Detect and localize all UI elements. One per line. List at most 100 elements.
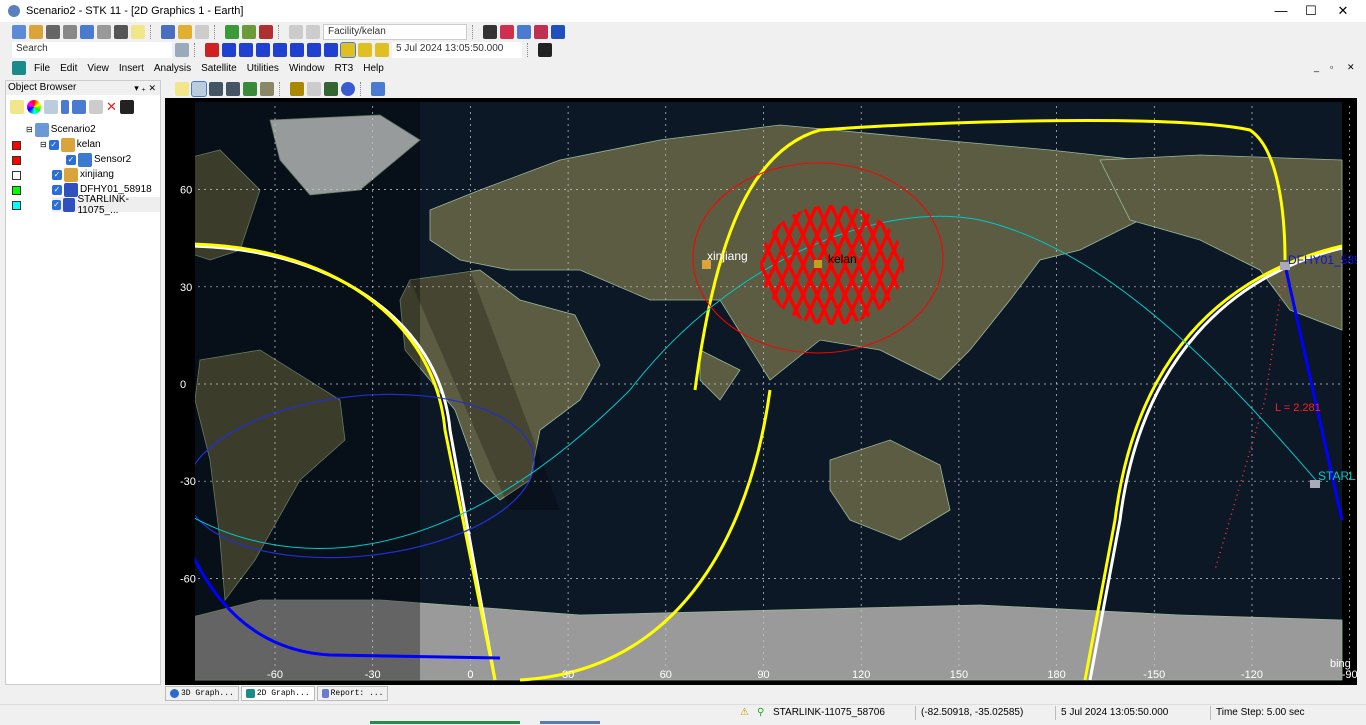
- status-time-step: Time Step: 5.00 sec: [1216, 707, 1305, 718]
- lat-label: 30: [180, 282, 192, 294]
- graph-icon[interactable]: [517, 25, 531, 39]
- faster-icon[interactable]: [324, 43, 338, 57]
- map-2d-view[interactable]: xinjiang kelan DFHY01_589 STARL L = 2.28…: [165, 98, 1357, 685]
- play-icon[interactable]: [273, 43, 287, 57]
- object-tools-icon[interactable]: [161, 25, 175, 39]
- menu-view[interactable]: View: [82, 63, 114, 74]
- object-select-dropdown[interactable]: Facility/kelan: [323, 24, 467, 40]
- checkbox[interactable]: ✓: [66, 154, 76, 165]
- notes-icon[interactable]: [10, 100, 24, 114]
- report-icon[interactable]: [97, 25, 111, 39]
- checklist-icon[interactable]: [500, 25, 514, 39]
- pan-icon[interactable]: [191, 81, 207, 97]
- animation-mode-icon[interactable]: [375, 43, 389, 57]
- tree-item-kelan[interactable]: ⊟ ✓ kelan: [40, 137, 101, 152]
- refresh-icon[interactable]: [259, 25, 273, 39]
- lon-label: 120: [852, 669, 870, 681]
- properties-icon[interactable]: [63, 25, 77, 39]
- tree-item-scenario[interactable]: ⊟ Scenario2: [26, 122, 96, 137]
- tab-3d-graphics[interactable]: 3D Graph...: [165, 686, 239, 701]
- link-icon[interactable]: [225, 25, 239, 39]
- open-icon[interactable]: [29, 25, 43, 39]
- window-tabs: 3D Graph... 2D Graph... Report: ...: [165, 686, 389, 702]
- table-icon[interactable]: [534, 25, 548, 39]
- warning-icon[interactable]: ⚠: [740, 707, 749, 718]
- minimize-button[interactable]: —: [1266, 2, 1296, 20]
- color-swatch: [12, 156, 21, 165]
- save-icon[interactable]: [46, 25, 60, 39]
- cut-icon[interactable]: [61, 100, 69, 114]
- color-swatch: [12, 141, 21, 150]
- panel-close-button[interactable]: ▾ ₊ ✕: [134, 81, 156, 95]
- sensor-icon: [78, 152, 92, 167]
- arrows-icon[interactable]: [551, 25, 565, 39]
- slower-icon[interactable]: [307, 43, 321, 57]
- menu-utilities[interactable]: Utilities: [242, 63, 284, 74]
- menu-help[interactable]: Help: [358, 63, 389, 74]
- lon-label: 0: [467, 669, 473, 681]
- color-icon[interactable]: [27, 100, 41, 114]
- measure-icon[interactable]: [290, 82, 304, 96]
- tab-2d-graphics[interactable]: 2D Graph...: [240, 686, 315, 701]
- view-icon[interactable]: [538, 43, 552, 57]
- tree-item-xinjiang[interactable]: ✓ xinjiang: [52, 167, 114, 182]
- print-icon[interactable]: [114, 25, 128, 39]
- map-properties-icon[interactable]: [243, 82, 257, 96]
- tab-report[interactable]: Report: ...: [316, 686, 389, 701]
- checkbox[interactable]: ✓: [52, 169, 62, 180]
- access-icon[interactable]: [178, 25, 192, 39]
- check-icon[interactable]: [44, 100, 58, 114]
- checkbox[interactable]: ✓: [52, 184, 62, 195]
- globe-manager-icon[interactable]: [324, 82, 338, 96]
- step-forward-icon[interactable]: [290, 43, 304, 57]
- copy-icon[interactable]: [72, 100, 86, 114]
- menu-edit[interactable]: Edit: [55, 63, 82, 74]
- view-3d-icon[interactable]: [371, 82, 385, 96]
- menu-file[interactable]: File: [29, 63, 55, 74]
- menu-insert[interactable]: Insert: [114, 63, 149, 74]
- earth-icon[interactable]: [341, 82, 355, 96]
- notes-icon[interactable]: [131, 25, 145, 39]
- link2-icon[interactable]: [242, 25, 256, 39]
- globe-icon: [170, 689, 179, 698]
- search-input[interactable]: Search: [12, 42, 172, 58]
- zoom-out-icon[interactable]: [226, 82, 240, 96]
- analysis2-icon[interactable]: [306, 25, 320, 39]
- om-icon[interactable]: [483, 25, 497, 39]
- tree-item-starlink[interactable]: ✓ STARLINK-11075_...: [52, 194, 160, 216]
- notes-icon[interactable]: [175, 82, 189, 96]
- gear-icon[interactable]: [175, 43, 189, 57]
- menu-rt3[interactable]: RT3: [330, 63, 359, 74]
- close-button[interactable]: ✕: [1328, 2, 1358, 20]
- mdi-minimize-button[interactable]: _: [1314, 62, 1319, 72]
- reset-icon[interactable]: [205, 43, 219, 57]
- current-time-field[interactable]: 5 Jul 2024 13:05:50.000: [392, 42, 522, 58]
- step-back-icon[interactable]: [222, 43, 236, 57]
- menu-satellite[interactable]: Satellite: [196, 63, 242, 74]
- play-reverse-icon[interactable]: [239, 43, 253, 57]
- ratio-icon[interactable]: [307, 82, 321, 96]
- x-realtime-icon[interactable]: [358, 43, 372, 57]
- insert-object-icon[interactable]: [80, 25, 94, 39]
- checkbox[interactable]: ✓: [48, 139, 59, 150]
- maximize-button[interactable]: ☐: [1296, 2, 1326, 20]
- mdi-close-button[interactable]: ✕: [1347, 62, 1355, 73]
- analysis-icon[interactable]: [289, 25, 303, 39]
- kelan-facility-icon[interactable]: [814, 260, 822, 268]
- snapshot-icon[interactable]: [260, 82, 274, 96]
- pause-icon[interactable]: [256, 43, 270, 57]
- menu-window[interactable]: Window: [284, 63, 330, 74]
- mdi-restore-button[interactable]: ▫: [1330, 62, 1333, 72]
- distance-label: L = 2.281: [1275, 402, 1321, 414]
- delete-icon[interactable]: ✕: [106, 99, 117, 115]
- new-scenario-icon[interactable]: [12, 25, 26, 39]
- zoom-in-icon[interactable]: [209, 82, 223, 96]
- checkbox[interactable]: ✓: [52, 199, 61, 210]
- realtime-icon[interactable]: [340, 42, 356, 58]
- binoculars-icon[interactable]: [119, 100, 134, 114]
- lon-label: 180: [1047, 669, 1065, 681]
- paste-icon[interactable]: [89, 100, 103, 114]
- chain-icon[interactable]: [195, 25, 209, 39]
- menu-analysis[interactable]: Analysis: [149, 63, 196, 74]
- tree-item-sensor2[interactable]: ✓ Sensor2: [66, 152, 131, 167]
